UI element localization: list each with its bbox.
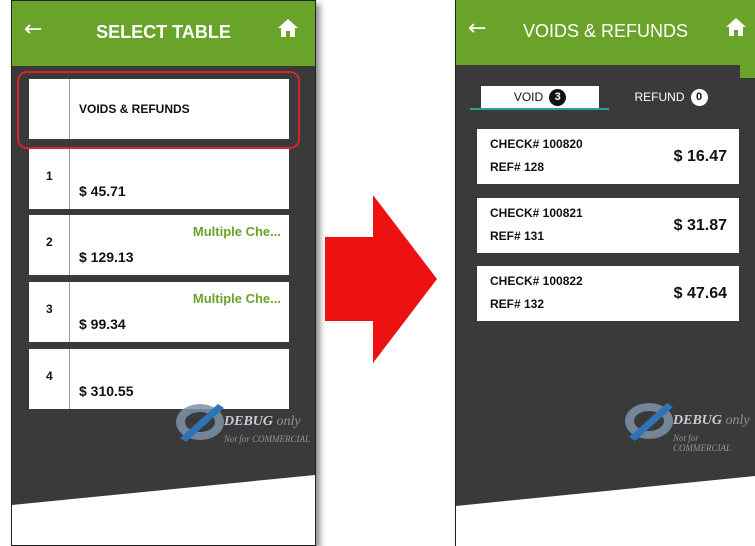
table-row[interactable]: 1 $ 45.71 (29, 149, 289, 209)
debug-logo-icon (625, 403, 673, 441)
active-tab-indicator (470, 108, 609, 110)
watermark-only: only (276, 414, 301, 429)
row-number: 3 (29, 282, 70, 342)
tab-bar: VOID 3 REFUND 0 (456, 80, 755, 120)
count-badge: 3 (549, 88, 567, 106)
check-amount: $ 47.64 (673, 285, 727, 302)
check-amount: $ 16.47 (673, 148, 727, 165)
tab-label: VOID (513, 90, 544, 104)
watermark-main: DEBUG (224, 414, 274, 429)
watermark-only: only (725, 413, 750, 428)
row-number: 4 (29, 349, 70, 409)
back-arrow-icon[interactable]: ← (24, 19, 42, 41)
count-badge: 0 (690, 88, 708, 106)
footer-slant (12, 475, 315, 545)
check-number: CHECK# 100822 (490, 274, 583, 288)
check-item[interactable]: CHECK# 100820 REF# 128 $ 16.47 (477, 129, 739, 184)
row-note: Multiple Che... (192, 291, 281, 306)
home-icon[interactable] (277, 18, 299, 43)
check-item[interactable]: CHECK# 100821 REF# 131 $ 31.87 (477, 198, 739, 253)
row-note: Multiple Che... (192, 224, 281, 239)
debug-watermark: DEBUG only Not for COMMERCIAL (621, 395, 755, 455)
footer-slant (456, 476, 755, 546)
back-arrow-icon[interactable]: ← (468, 18, 486, 40)
row-amount: $ 45.71 (79, 183, 126, 199)
ref-number: REF# 132 (490, 297, 545, 311)
watermark-sub: Not for COMMERCIAL (224, 434, 311, 444)
row-amount: $ 310.55 (79, 383, 134, 399)
page-title: SELECT TABLE (96, 22, 231, 42)
ref-number: REF# 131 (490, 229, 545, 243)
check-amount: $ 31.87 (673, 217, 727, 234)
voids-refunds-screen: ← VOIDS & REFUNDS VOID 3 REFUND 0 CHECK#… (455, 0, 755, 546)
row-number: 2 (29, 215, 70, 275)
row-number (29, 79, 70, 139)
watermark-main: DEBUG (673, 413, 723, 428)
check-item[interactable]: CHECK# 100822 REF# 132 $ 47.64 (477, 266, 739, 321)
select-table-screen: ← SELECT TABLE VOIDS & REFUNDS 1 $ 45.71… (11, 0, 316, 546)
row-number: 1 (29, 149, 70, 209)
row-label: VOIDS & REFUNDS (79, 102, 190, 116)
voids-refunds-row[interactable]: VOIDS & REFUNDS (29, 79, 289, 139)
watermark-sub: Not for COMMERCIAL (673, 433, 731, 453)
header-bar: ← VOIDS & REFUNDS (456, 0, 755, 65)
home-icon[interactable] (725, 17, 747, 42)
row-amount: $ 99.34 (79, 316, 126, 332)
page-title: VOIDS & REFUNDS (522, 21, 689, 41)
table-row[interactable]: 3 Multiple Che... $ 99.34 (29, 282, 289, 342)
row-amount: $ 129.13 (79, 249, 134, 265)
tab-void[interactable]: VOID 3 (481, 86, 599, 108)
ref-number: REF# 128 (490, 160, 545, 174)
tab-label: REFUND (634, 90, 685, 104)
table-row[interactable]: 2 Multiple Che... $ 129.13 (29, 215, 289, 275)
tab-refund[interactable]: REFUND 0 (631, 86, 711, 108)
header-bar: ← SELECT TABLE (12, 1, 315, 66)
check-number: CHECK# 100820 (490, 137, 583, 151)
table-row[interactable]: 4 $ 310.55 (29, 349, 289, 409)
check-number: CHECK# 100821 (490, 206, 583, 220)
right-arrow-icon (325, 195, 437, 363)
